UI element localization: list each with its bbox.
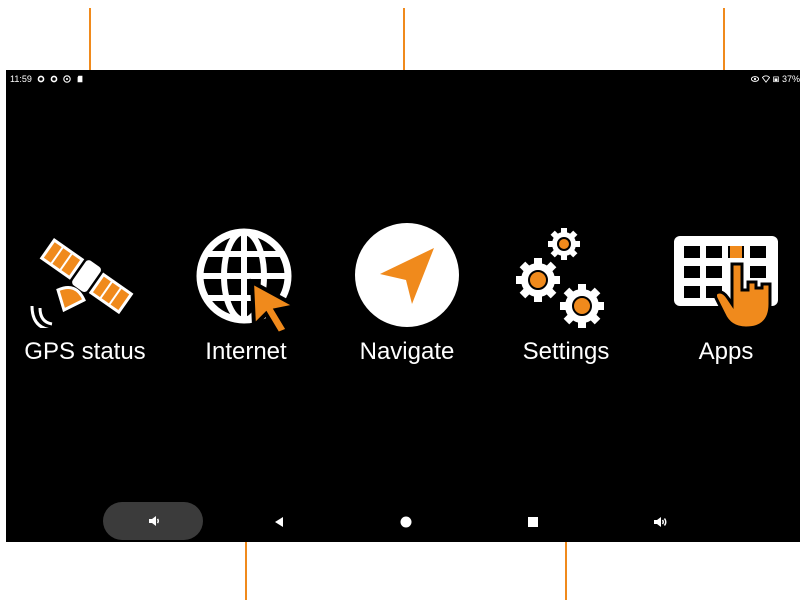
volume-down-icon[interactable] [147,514,161,528]
wifi-icon [761,75,770,83]
navigation-arrow-icon [355,223,459,327]
back-icon[interactable] [272,515,286,529]
volume-pill[interactable] [103,502,203,540]
gears-icon [516,228,604,328]
recents-icon[interactable] [526,515,540,529]
app-grid-hand-icon [674,236,778,330]
app-label-gps-status: GPS status [24,338,146,365]
home-icon[interactable] [399,515,413,529]
eye-icon [750,76,759,82]
app-label-internet: Internet [205,338,287,365]
app-label-settings: Settings [522,338,610,365]
status-time: 11:59 [10,74,32,84]
globe-cursor-icon [196,228,302,337]
gear-icon [37,75,45,83]
battery-icon [773,76,779,83]
volume-up-icon[interactable] [652,515,668,529]
sd-card-icon [77,75,83,83]
battery-percent: 37% [781,74,800,84]
app-label-apps: Apps [698,338,754,365]
status-bar: 11:59 37% [6,70,800,88]
device-screen: 11:59 37% GPS status Internet Navigate S… [6,70,800,542]
app-label-navigate: Navigate [359,338,455,365]
gear-icon [50,75,58,83]
settings-circle-icon [63,75,71,83]
satellite-icon [30,238,134,328]
